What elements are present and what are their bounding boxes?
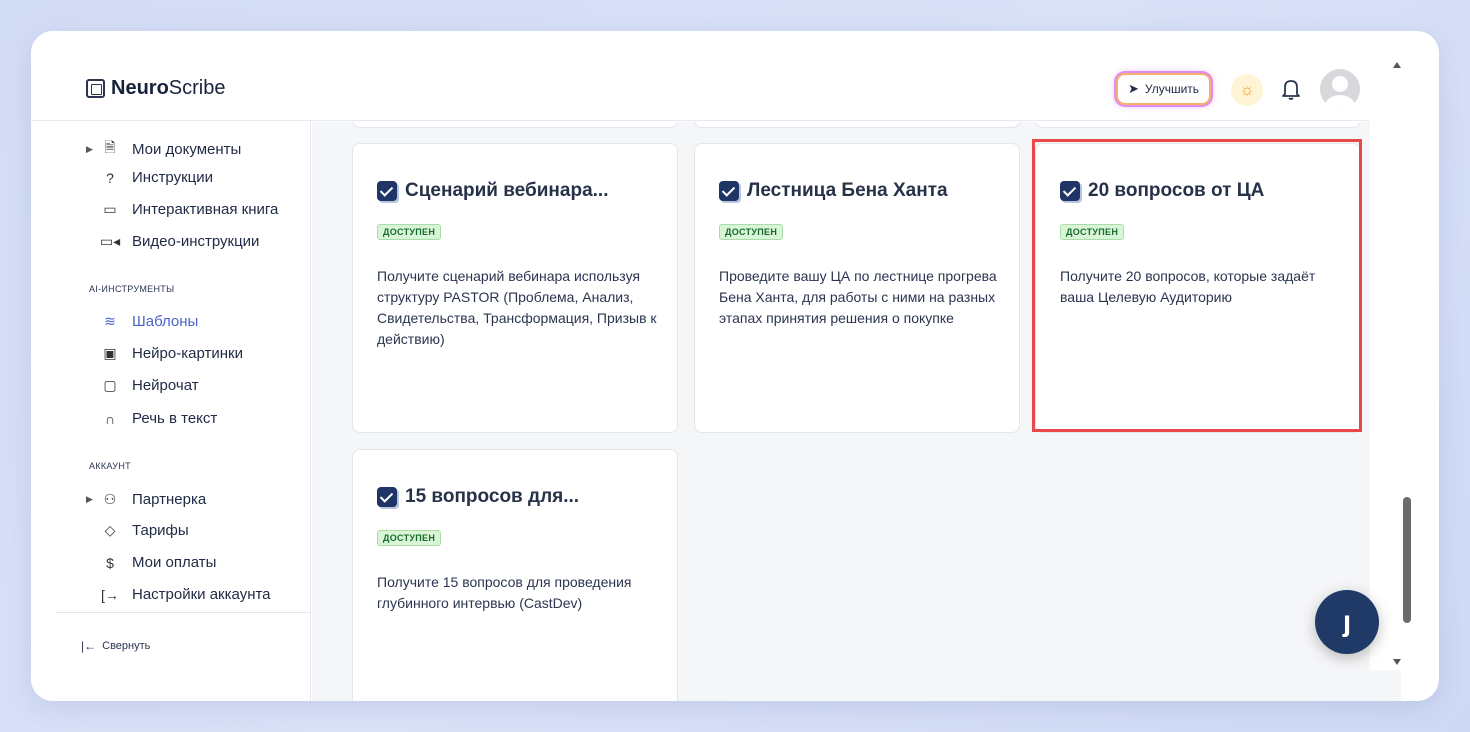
top-header: Neuro Scribe ➤ Улучшить ☼ bbox=[31, 31, 1401, 121]
caret-right-icon: ▶ bbox=[86, 494, 93, 504]
template-card-webinar-script[interactable]: Сценарий вебинара... ДОСТУПЕН Получите с… bbox=[352, 143, 678, 433]
headphones-icon: ∩ bbox=[104, 410, 116, 427]
upgrade-button[interactable]: ➤ Улучшить bbox=[1116, 73, 1212, 105]
book-icon: ▭ bbox=[103, 201, 117, 217]
sidebar-item-label: Нейро-картинки bbox=[132, 345, 243, 362]
chat-icon: ▢ bbox=[103, 377, 117, 393]
card-title-text: 20 вопросов от ЦА bbox=[1088, 180, 1265, 201]
card-description: Проведите вашу ЦА по лестнице прогрева Б… bbox=[719, 268, 997, 326]
tag-icon: ◇ bbox=[104, 522, 116, 538]
sidebar-item-label: Интерактивная книга bbox=[132, 201, 279, 218]
sidebar-item-video-instructions[interactable]: ▭◂ Видео-инструкции bbox=[86, 233, 260, 250]
collapse-sidebar-button[interactable]: |← Свернуть bbox=[81, 639, 150, 653]
status-badge: ДОСТУПЕН bbox=[719, 224, 784, 240]
card-description: Получите 15 вопросов для проведения глуб… bbox=[377, 574, 632, 611]
template-card-20-questions[interactable]: 20 вопросов от ЦА ДОСТУПЕН Получите 20 в… bbox=[1035, 143, 1361, 433]
sidebar-item-label: Видео-инструкции bbox=[132, 233, 260, 250]
sidebar-item-tariffs[interactable]: ◇ Тарифы bbox=[86, 522, 189, 539]
chat-widget-icon: ȷ bbox=[1342, 605, 1352, 638]
sidebar-divider bbox=[56, 612, 311, 613]
dollar-icon: $ bbox=[106, 554, 114, 571]
card-title-text: 15 вопросов для... bbox=[405, 486, 580, 507]
section-label-account: АККАУНТ bbox=[89, 461, 131, 471]
users-icon: ⚇ bbox=[103, 491, 117, 507]
sun-icon: ☼ bbox=[1239, 80, 1255, 99]
sidebar-item-account-settings[interactable]: [→ Настройки аккаунта bbox=[86, 586, 271, 603]
sidebar-item-label: Речь в текст bbox=[132, 410, 218, 427]
card-title: Лестница Бена Ханта bbox=[719, 180, 948, 202]
sidebar-item-partner[interactable]: ▶ ⚇ Партнерка bbox=[86, 491, 206, 508]
sidebar-item-label: Инструкции bbox=[132, 169, 214, 186]
sidebar-item-speech-to-text[interactable]: ∩ Речь в текст bbox=[86, 410, 217, 427]
sidebar-item-neuro-images[interactable]: ▣ Нейро-картинки bbox=[86, 345, 243, 362]
logo-text-bold: Neuro bbox=[111, 77, 169, 99]
card-title-text: Сценарий вебинара... bbox=[405, 180, 609, 201]
card-title-text: Лестница Бена Ханта bbox=[747, 180, 948, 201]
collapse-label: Свернуть bbox=[102, 640, 151, 652]
section-label-ai-tools: AI-ИНСТРУМЕНТЫ bbox=[89, 284, 175, 294]
scroll-up-arrow-icon[interactable] bbox=[1393, 62, 1401, 68]
bell-icon bbox=[1282, 80, 1300, 100]
template-card-15-questions[interactable]: 15 вопросов для... ДОСТУПЕН Получите 15 … bbox=[352, 449, 678, 701]
status-badge: ДОСТУПЕН bbox=[377, 224, 442, 240]
status-badge: ДОСТУПЕН bbox=[1060, 224, 1125, 240]
collapse-left-icon: |← bbox=[81, 639, 97, 653]
checkbox-icon bbox=[377, 487, 397, 507]
checkbox-icon bbox=[377, 181, 397, 201]
scroll-down-arrow-icon[interactable] bbox=[1393, 659, 1401, 665]
sidebar-item-interactive-book[interactable]: ▭ Интерактивная книга bbox=[86, 201, 278, 218]
chat-widget-button[interactable]: ȷ bbox=[1315, 590, 1379, 654]
status-badge: ДОСТУПЕН bbox=[377, 530, 442, 546]
card-description: Получите 20 вопросов, которые задаёт ваш… bbox=[1060, 268, 1316, 305]
sidebar-item-templates[interactable]: ≋ Шаблоны bbox=[86, 313, 198, 330]
rocket-icon: ➤ bbox=[1128, 81, 1139, 96]
sidebar-item-payments[interactable]: $ Мои оплаты bbox=[86, 554, 216, 571]
logout-icon: [→ bbox=[101, 586, 119, 603]
sidebar: ▶ 🗎 Мои документы ? Инструкции ▭ Интерак… bbox=[31, 121, 311, 701]
sidebar-item-label: Тарифы bbox=[132, 522, 189, 539]
card-title: 15 вопросов для... bbox=[377, 486, 579, 508]
user-avatar[interactable] bbox=[1320, 69, 1360, 109]
sidebar-item-label: Мои оплаты bbox=[132, 554, 217, 571]
sidebar-item-label: Шаблоны bbox=[132, 313, 199, 330]
sidebar-item-neurochat[interactable]: ▢ Нейрочат bbox=[86, 377, 199, 394]
document-icon: 🗎 bbox=[104, 139, 116, 155]
logo-text-light: Scribe bbox=[168, 77, 226, 99]
card-partial bbox=[1035, 122, 1361, 128]
template-card-ben-hunt-ladder[interactable]: Лестница Бена Ханта ДОСТУПЕН Проведите в… bbox=[694, 143, 1020, 433]
card-title: 20 вопросов от ЦА bbox=[1060, 180, 1264, 202]
theme-toggle-button[interactable]: ☼ bbox=[1231, 74, 1263, 106]
sidebar-item-label: Настройки аккаунта bbox=[132, 586, 271, 603]
sidebar-item-label: Партнерка bbox=[132, 491, 207, 508]
scrollbar-thumb[interactable] bbox=[1403, 497, 1411, 623]
card-partial bbox=[694, 122, 1020, 128]
sidebar-item-instructions[interactable]: ? Инструкции bbox=[86, 169, 213, 186]
help-circle-icon: ? bbox=[106, 169, 114, 186]
upgrade-label: Улучшить bbox=[1144, 82, 1200, 96]
sidebar-item-label: Нейрочат bbox=[132, 377, 199, 394]
image-icon: ▣ bbox=[103, 345, 117, 361]
card-description: Получите сценарий вебинара используя стр… bbox=[377, 268, 657, 347]
card-partial bbox=[352, 122, 678, 128]
sidebar-item-label: Мои документы bbox=[132, 140, 242, 158]
logo[interactable]: Neuro Scribe bbox=[86, 77, 226, 100]
checkbox-icon bbox=[719, 181, 739, 201]
layers-icon: ≋ bbox=[104, 313, 116, 329]
logo-icon bbox=[86, 79, 105, 98]
templates-grid: Сценарий вебинара... ДОСТУПЕН Получите с… bbox=[312, 122, 1401, 701]
sidebar-item-documents[interactable]: ▶ 🗎 Мои документы bbox=[86, 137, 241, 161]
caret-right-icon: ▶ bbox=[86, 143, 93, 154]
checkbox-icon bbox=[1060, 181, 1080, 201]
app-window: Neuro Scribe ➤ Улучшить ☼ ▶ 🗎 Мои докумен… bbox=[31, 31, 1439, 701]
video-icon: ▭◂ bbox=[99, 233, 121, 249]
card-title: Сценарий вебинара... bbox=[377, 180, 608, 202]
notifications-button[interactable] bbox=[1279, 75, 1303, 103]
